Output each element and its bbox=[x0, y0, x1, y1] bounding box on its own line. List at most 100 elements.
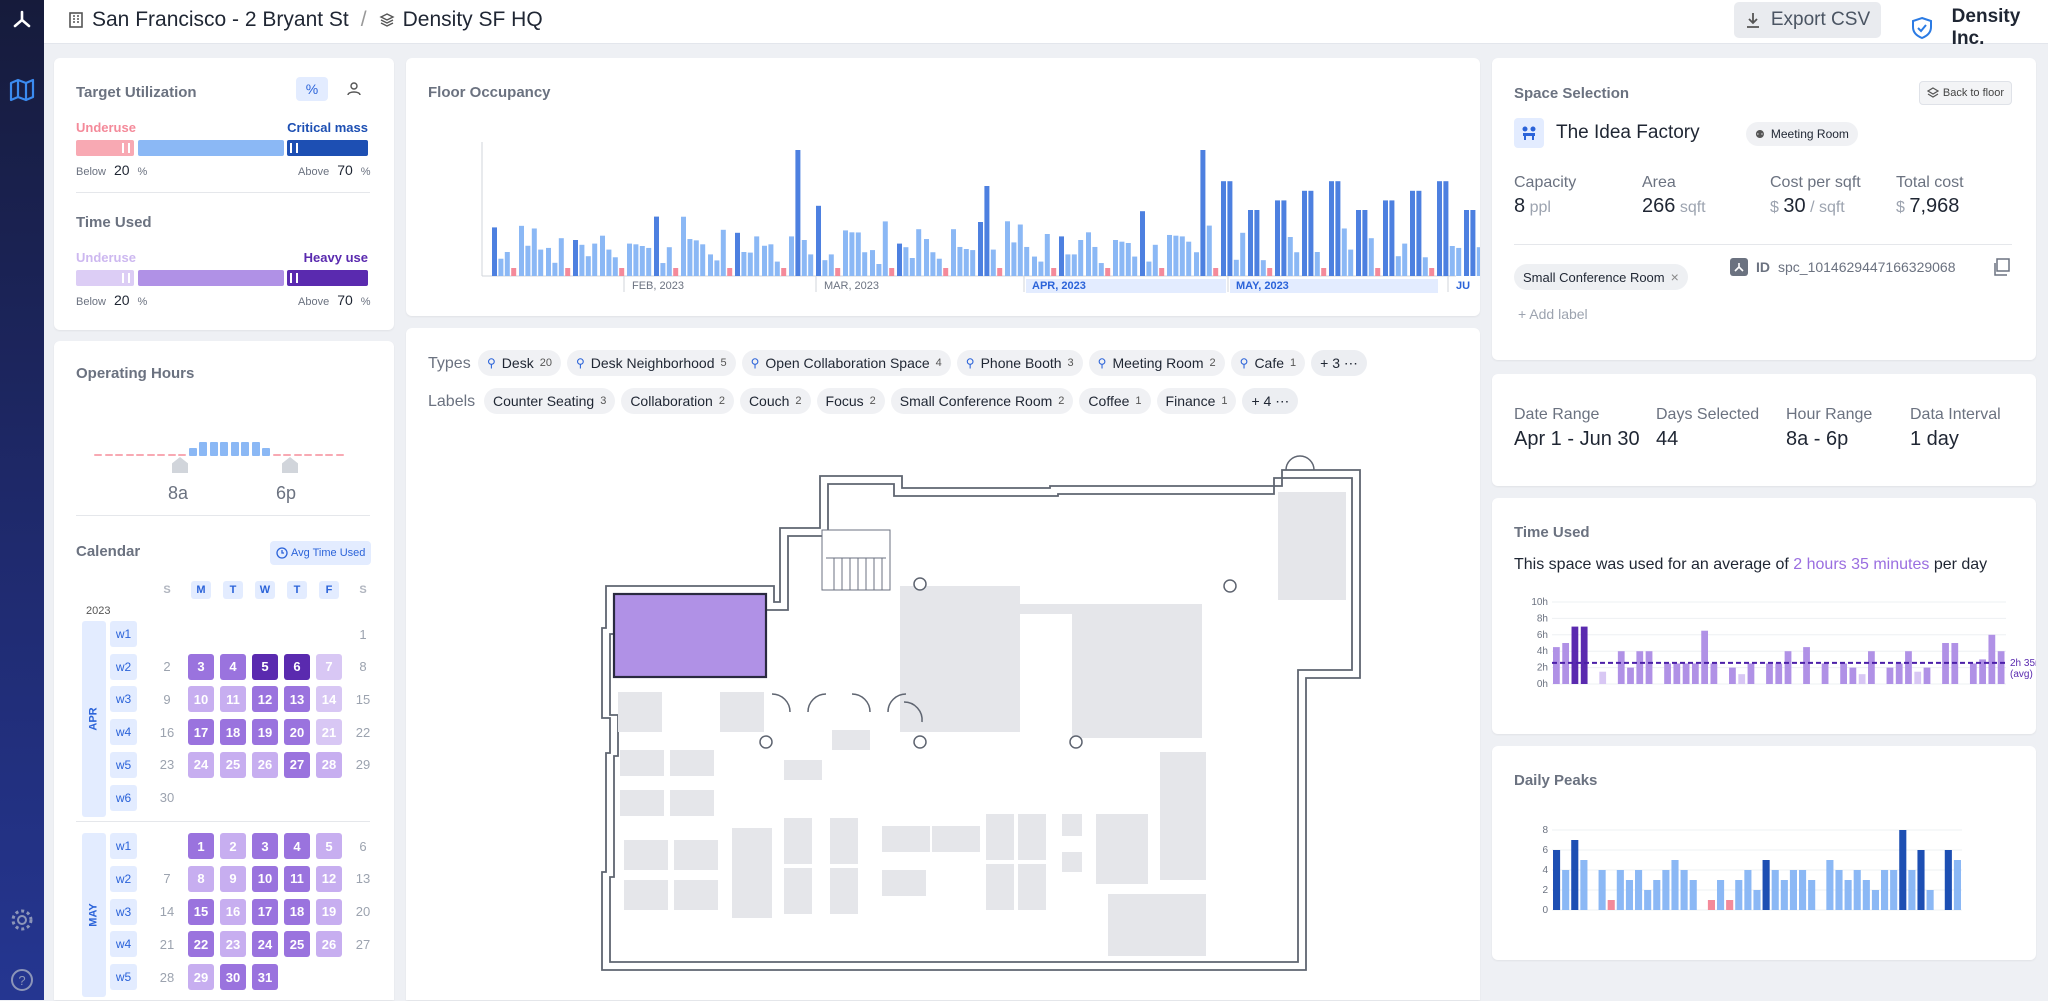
calendar-day[interactable]: 19 bbox=[316, 898, 342, 925]
calendar-day[interactable]: 11 bbox=[284, 865, 310, 892]
calendar-day[interactable]: 20 bbox=[284, 719, 310, 746]
week-label[interactable]: w1 bbox=[110, 833, 137, 860]
calendar-day[interactable]: 15 bbox=[350, 686, 376, 712]
calendar-day[interactable]: 6 bbox=[350, 833, 376, 859]
gear-icon[interactable] bbox=[8, 906, 36, 934]
weekday-header[interactable]: T bbox=[223, 581, 243, 599]
calendar-day[interactable]: 15 bbox=[188, 898, 214, 925]
back-to-floor-button[interactable]: Back to floor bbox=[1918, 81, 2012, 105]
breadcrumb-location[interactable]: San Francisco - 2 Bryant St bbox=[92, 8, 349, 32]
calendar-day[interactable]: 26 bbox=[252, 751, 278, 778]
time-above-value[interactable]: 70 bbox=[337, 292, 353, 308]
calendar-day[interactable]: 26 bbox=[316, 931, 342, 958]
calendar-day[interactable]: 30 bbox=[154, 785, 180, 811]
calendar-day[interactable]: 27 bbox=[350, 931, 376, 957]
date-range-value[interactable]: Apr 1 - Jun 30 bbox=[1514, 428, 1640, 451]
calendar-day[interactable]: 21 bbox=[154, 931, 180, 957]
calendar-day[interactable]: 19 bbox=[252, 719, 278, 746]
calendar-day[interactable]: 13 bbox=[284, 686, 310, 713]
calendar-day[interactable]: 14 bbox=[316, 686, 342, 713]
calendar-day[interactable]: 8 bbox=[350, 654, 376, 680]
copy-icon[interactable] bbox=[1992, 258, 2010, 281]
calendar-day[interactable]: 25 bbox=[220, 751, 246, 778]
calendar-day[interactable]: 2 bbox=[154, 654, 180, 680]
weekday-header[interactable]: W bbox=[255, 581, 275, 599]
calendar-day[interactable]: 4 bbox=[220, 653, 246, 680]
calendar-day[interactable]: 7 bbox=[316, 653, 342, 680]
data-interval-value[interactable]: 1 day bbox=[1910, 428, 2001, 451]
percent-toggle-button[interactable]: % bbox=[296, 77, 328, 101]
calendar-day[interactable]: 3 bbox=[188, 653, 214, 680]
week-label[interactable]: w2 bbox=[110, 653, 137, 680]
org-menu[interactable]: Density Inc. bbox=[1910, 6, 2048, 50]
calendar-day[interactable]: 6 bbox=[284, 653, 310, 680]
month-label[interactable]: MAY bbox=[82, 833, 106, 997]
help-icon[interactable]: ? bbox=[8, 966, 36, 994]
calendar-day[interactable]: 9 bbox=[154, 686, 180, 712]
weekday-header[interactable]: M bbox=[191, 581, 211, 599]
calendar-day[interactable]: 17 bbox=[252, 898, 278, 925]
above-value[interactable]: 70 bbox=[337, 162, 353, 178]
calendar-day[interactable]: 22 bbox=[350, 719, 376, 745]
calendar-day[interactable]: 14 bbox=[154, 899, 180, 925]
calendar-day[interactable]: 27 bbox=[284, 751, 310, 778]
week-label[interactable]: w5 bbox=[110, 751, 137, 778]
selected-space-idea-factory[interactable] bbox=[612, 592, 768, 679]
calendar-day[interactable]: 30 bbox=[220, 964, 246, 990]
calendar-day[interactable]: 1 bbox=[350, 621, 376, 647]
calendar-day[interactable]: 29 bbox=[350, 752, 376, 778]
month-label[interactable]: APR bbox=[82, 621, 106, 818]
density-logo-icon[interactable] bbox=[8, 6, 36, 34]
calendar-day[interactable]: 21 bbox=[316, 719, 342, 746]
calendar-day[interactable]: 28 bbox=[316, 751, 342, 778]
breadcrumb-floor[interactable]: Density SF HQ bbox=[403, 8, 543, 32]
weekday-header[interactable]: S bbox=[157, 581, 177, 599]
end-hour-handle[interactable] bbox=[282, 457, 298, 473]
calendar-day[interactable]: 24 bbox=[188, 751, 214, 778]
calendar-day[interactable]: 10 bbox=[188, 686, 214, 713]
week-label[interactable]: w5 bbox=[110, 964, 137, 990]
calendar-day[interactable]: 23 bbox=[220, 931, 246, 958]
weekday-header[interactable]: T bbox=[287, 581, 307, 599]
calendar-day[interactable]: 20 bbox=[350, 899, 376, 925]
week-label[interactable]: w3 bbox=[110, 898, 137, 925]
time-below-value[interactable]: 20 bbox=[114, 292, 130, 308]
calendar-day[interactable]: 12 bbox=[252, 686, 278, 713]
calendar-day[interactable]: 4 bbox=[284, 833, 310, 860]
calendar-day[interactable]: 10 bbox=[252, 865, 278, 892]
week-label[interactable]: w3 bbox=[110, 686, 137, 713]
weekday-header[interactable]: S bbox=[353, 581, 373, 599]
calendar-day[interactable]: 18 bbox=[284, 898, 310, 925]
calendar-day[interactable]: 5 bbox=[316, 833, 342, 860]
export-csv-button[interactable]: Export CSV bbox=[1734, 2, 1881, 38]
below-handle[interactable] bbox=[122, 143, 130, 153]
calendar-day[interactable]: 3 bbox=[252, 833, 278, 860]
time-below-handle[interactable] bbox=[122, 273, 130, 283]
start-hour-handle[interactable] bbox=[172, 457, 188, 473]
calendar-day[interactable]: 23 bbox=[154, 752, 180, 778]
remove-label-icon[interactable]: × bbox=[1671, 269, 1679, 285]
calendar-day[interactable]: 18 bbox=[220, 719, 246, 746]
calendar-day[interactable]: 16 bbox=[220, 898, 246, 925]
calendar-day[interactable]: 17 bbox=[188, 719, 214, 746]
week-label[interactable]: w2 bbox=[110, 865, 137, 892]
week-label[interactable]: w6 bbox=[110, 784, 137, 811]
week-label[interactable]: w4 bbox=[110, 719, 137, 746]
calendar-day[interactable]: 11 bbox=[220, 686, 246, 713]
map-icon[interactable] bbox=[8, 76, 36, 104]
people-toggle-button[interactable] bbox=[338, 77, 370, 101]
weekday-header[interactable]: F bbox=[319, 581, 339, 599]
calendar-day[interactable]: 22 bbox=[188, 931, 214, 958]
below-value[interactable]: 20 bbox=[114, 162, 130, 178]
calendar-day[interactable]: 28 bbox=[154, 964, 180, 990]
hour-range-value[interactable]: 8a - 6p bbox=[1786, 428, 1872, 451]
calendar-day[interactable]: 31 bbox=[252, 964, 278, 990]
calendar-day[interactable]: 24 bbox=[252, 931, 278, 958]
time-above-handle[interactable] bbox=[290, 273, 298, 283]
avg-time-used-button[interactable]: Avg Time Used bbox=[270, 541, 372, 565]
calendar-day[interactable]: 5 bbox=[252, 653, 278, 680]
add-label-button[interactable]: + Add label bbox=[1518, 306, 1588, 322]
calendar-day[interactable]: 12 bbox=[316, 865, 342, 892]
week-label[interactable]: w1 bbox=[110, 621, 137, 647]
calendar-day[interactable]: 1 bbox=[188, 833, 214, 860]
